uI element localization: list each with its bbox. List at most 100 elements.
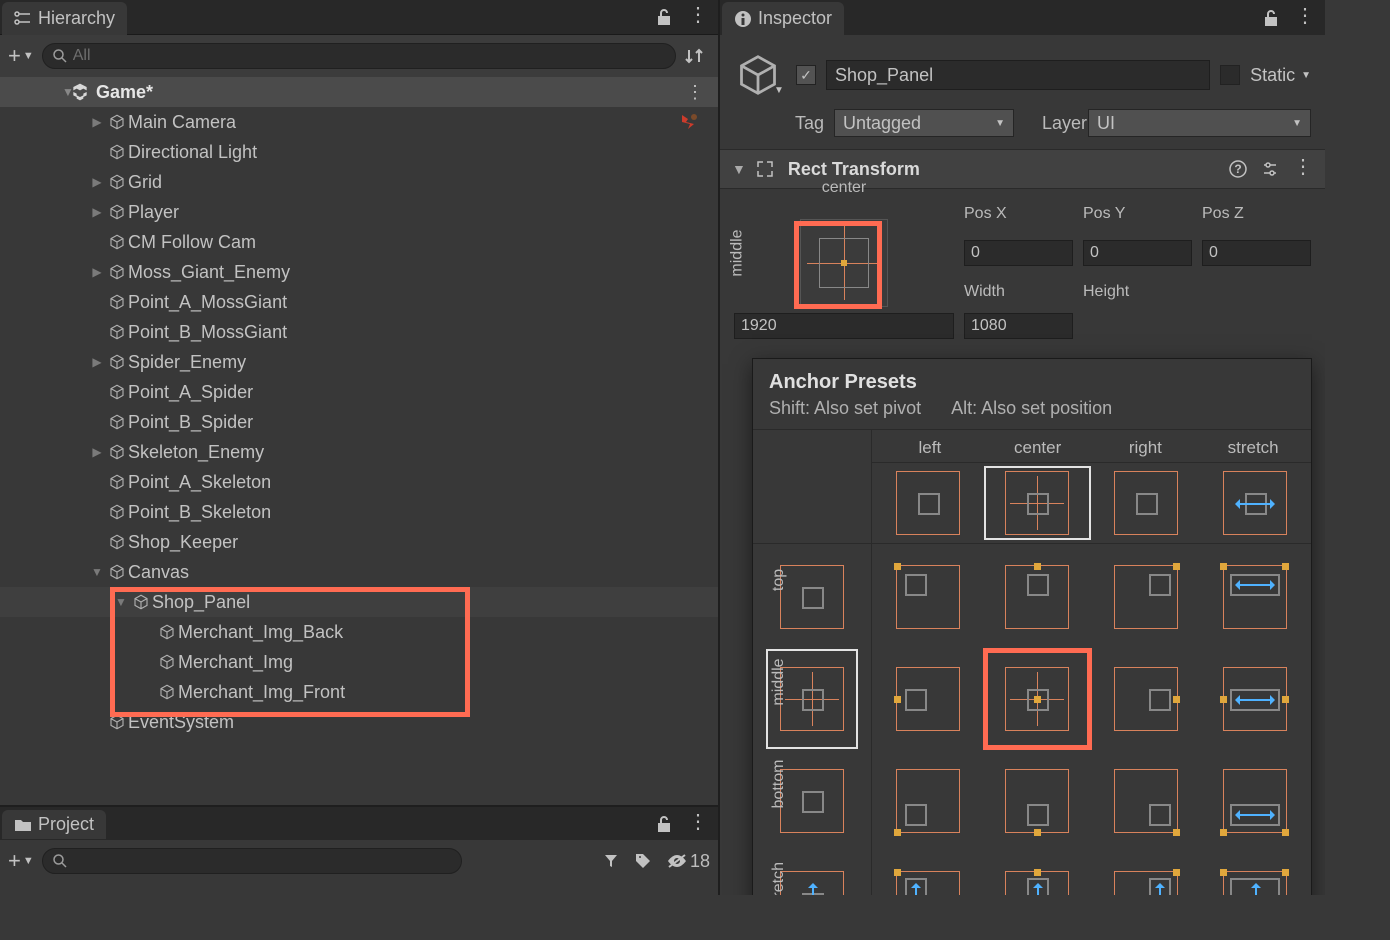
- visibility-icon[interactable]: 18: [666, 851, 710, 872]
- unlock-icon[interactable]: [1263, 9, 1279, 27]
- layer-dropdown[interactable]: UI▼: [1088, 109, 1311, 137]
- hierarchy-item[interactable]: ▶Player: [0, 197, 718, 227]
- anchor-preset-cell[interactable]: [1098, 654, 1195, 744]
- hierarchy-tab[interactable]: Hierarchy: [2, 2, 127, 35]
- hierarchy-item[interactable]: ▶Point_A_Spider: [0, 377, 718, 407]
- hierarchy-item[interactable]: ▶Spider_Enemy: [0, 347, 718, 377]
- fold-icon[interactable]: ▶: [88, 445, 106, 459]
- height-label: Height: [1083, 283, 1192, 301]
- gameobject-icon[interactable]: ▼: [734, 49, 786, 101]
- hierarchy-item[interactable]: ▶Directional Light: [0, 137, 718, 167]
- fold-icon[interactable]: ▶: [88, 205, 106, 219]
- anchor-preset-cell[interactable]: [880, 756, 977, 846]
- object-name-input[interactable]: [826, 60, 1210, 90]
- filter-icon[interactable]: [602, 852, 620, 870]
- anchor-presets-popup: Anchor Presets Shift: Also set pivot Alt…: [752, 358, 1312, 895]
- settings-icon[interactable]: [1261, 160, 1279, 178]
- hierarchy-item[interactable]: ▶Point_A_Skeleton: [0, 467, 718, 497]
- sort-icon[interactable]: [684, 47, 710, 65]
- anchor-preset-cell[interactable]: [880, 858, 977, 895]
- project-create-button[interactable]: + ▼: [8, 848, 34, 874]
- unlock-icon[interactable]: [656, 815, 672, 833]
- posy-input[interactable]: 0: [1083, 240, 1192, 266]
- hierarchy-search[interactable]: [42, 43, 676, 69]
- posx-input[interactable]: 0: [964, 240, 1073, 266]
- kebab-icon[interactable]: ⋮: [688, 815, 708, 833]
- anchor-preset-cell[interactable]: [1206, 858, 1303, 895]
- active-checkbox[interactable]: ✓: [796, 65, 816, 85]
- fold-icon[interactable]: ▼: [732, 161, 746, 177]
- anchor-preset-cell[interactable]: [989, 858, 1086, 895]
- fold-icon[interactable]: ▶: [88, 175, 106, 189]
- unlock-icon[interactable]: [656, 8, 672, 26]
- anchor-preset-cell[interactable]: [1098, 471, 1195, 535]
- fold-icon[interactable]: ▼: [112, 595, 130, 609]
- kebab-icon[interactable]: ⋮: [1295, 9, 1315, 27]
- fold-icon[interactable]: ▼: [88, 565, 106, 579]
- hierarchy-item[interactable]: ▶Point_B_Spider: [0, 407, 718, 437]
- script-error-icon: [678, 113, 700, 131]
- anchor-preset-cell[interactable]: [1206, 756, 1303, 846]
- create-button[interactable]: + ▼: [8, 43, 34, 69]
- hierarchy-item[interactable]: ▶Merchant_Img_Back: [0, 617, 718, 647]
- scene-kebab-icon[interactable]: ⋮: [686, 82, 704, 103]
- hierarchy-item[interactable]: ▶Skeleton_Enemy: [0, 437, 718, 467]
- fold-icon[interactable]: ▶: [88, 115, 106, 129]
- hierarchy-item[interactable]: ▼Shop_Panel: [0, 587, 718, 617]
- hierarchy-item[interactable]: ▶CM Follow Cam: [0, 227, 718, 257]
- hierarchy-item[interactable]: ▶Point_B_Skeleton: [0, 497, 718, 527]
- tag-dropdown[interactable]: Untagged▼: [834, 109, 1014, 137]
- project-panel: Project ⋮ + ▼: [0, 805, 718, 895]
- anchor-preset-cell[interactable]: [1098, 552, 1195, 642]
- gameobject-icon: [106, 563, 128, 581]
- inspector-tab[interactable]: Inspector: [722, 2, 844, 35]
- anchor-preset-button[interactable]: center middle: [734, 199, 954, 307]
- fold-icon[interactable]: ▶: [88, 355, 106, 369]
- hierarchy-item[interactable]: ▶Moss_Giant_Enemy: [0, 257, 718, 287]
- anchor-preset-cell[interactable]: [1098, 756, 1195, 846]
- inspector-tab-label: Inspector: [758, 8, 832, 29]
- anchor-preset-cell[interactable]: [880, 654, 977, 744]
- posz-input[interactable]: 0: [1202, 240, 1311, 266]
- width-input[interactable]: 1920: [734, 313, 954, 339]
- gameobject-icon: [106, 203, 128, 221]
- scene-row[interactable]: ▼ Game* ⋮: [0, 77, 718, 107]
- anchor-preset-cell[interactable]: [1206, 552, 1303, 642]
- anchor-preset-cell[interactable]: [880, 552, 977, 642]
- anchor-preset-cell[interactable]: [1206, 471, 1303, 535]
- hierarchy-item[interactable]: ▶EventSystem: [0, 707, 718, 737]
- static-label[interactable]: Static ▼: [1250, 65, 1311, 86]
- project-tab[interactable]: Project: [2, 810, 106, 839]
- kebab-icon[interactable]: ⋮: [1293, 160, 1313, 178]
- hierarchy-search-input[interactable]: [73, 47, 665, 65]
- anchor-preset-cell[interactable]: [1098, 858, 1195, 895]
- anchor-preset-cell[interactable]: [989, 654, 1086, 744]
- anchor-preset-cell[interactable]: [989, 552, 1086, 642]
- project-search-input[interactable]: [73, 852, 451, 870]
- kebab-icon[interactable]: ⋮: [688, 8, 708, 26]
- height-input[interactable]: 1080: [964, 313, 1073, 339]
- fold-icon[interactable]: ▼: [62, 85, 74, 99]
- hierarchy-item[interactable]: ▶Shop_Keeper: [0, 527, 718, 557]
- rect-transform-header[interactable]: ▼ Rect Transform ? ⋮: [720, 149, 1325, 189]
- hierarchy-item[interactable]: ▶Grid: [0, 167, 718, 197]
- hierarchy-item[interactable]: ▶Point_A_MossGiant: [0, 287, 718, 317]
- help-icon[interactable]: ?: [1229, 160, 1247, 178]
- anchor-preset-cell[interactable]: [880, 471, 977, 535]
- hierarchy-item[interactable]: ▶Main Camera: [0, 107, 718, 137]
- anchor-preset-cell[interactable]: [989, 471, 1086, 535]
- hierarchy-item[interactable]: ▶Merchant_Img_Front: [0, 677, 718, 707]
- tag-icon[interactable]: [634, 852, 652, 870]
- project-search[interactable]: [42, 848, 462, 874]
- hierarchy-item[interactable]: ▶Merchant_Img: [0, 647, 718, 677]
- hierarchy-tree[interactable]: ▼ Game* ⋮ ▶Main Camera▶Directional Light…: [0, 77, 718, 805]
- folder-icon: [14, 818, 32, 832]
- hierarchy-item-label: Merchant_Img: [178, 652, 293, 673]
- fold-icon[interactable]: ▶: [88, 265, 106, 279]
- static-checkbox[interactable]: [1220, 65, 1240, 85]
- anchor-preset-cell[interactable]: [989, 756, 1086, 846]
- project-tab-label: Project: [38, 814, 94, 835]
- hierarchy-item[interactable]: ▼Canvas: [0, 557, 718, 587]
- hierarchy-item[interactable]: ▶Point_B_MossGiant: [0, 317, 718, 347]
- anchor-preset-cell[interactable]: [1206, 654, 1303, 744]
